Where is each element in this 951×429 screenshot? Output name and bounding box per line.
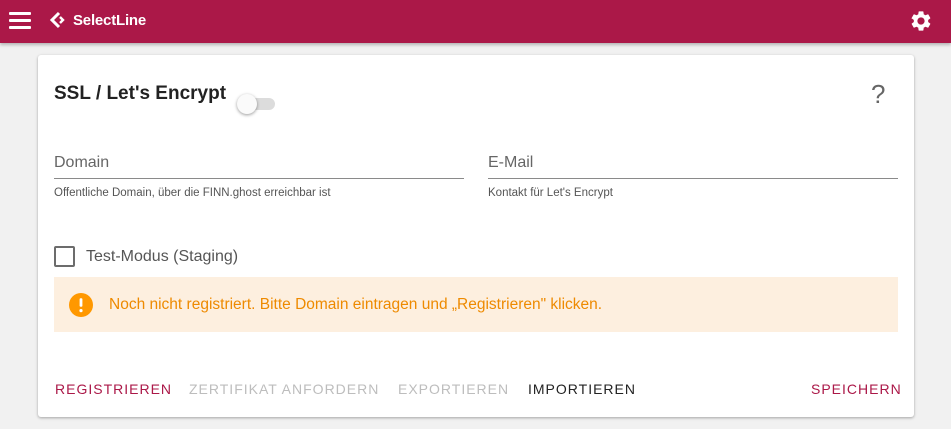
save-button[interactable]: Speichern (811, 381, 902, 397)
ssl-settings-card: SSL / Let's Encrypt ? Offentliche Domain… (38, 55, 914, 417)
test-mode-label: Test-Modus (Staging) (86, 247, 239, 265)
import-button[interactable]: Importieren (528, 381, 636, 397)
test-mode-checkbox[interactable] (54, 246, 75, 267)
registration-warning-alert: Noch nicht registriert. Bitte Domain ein… (54, 277, 898, 332)
export-button[interactable]: Exportieren (398, 381, 509, 397)
email-field: Kontakt für Let's Encrypt (488, 151, 898, 199)
card-actions: Registrieren Zertifikat anfordern Export… (38, 381, 914, 401)
email-hint: Kontakt für Let's Encrypt (488, 187, 613, 199)
ssl-enable-toggle[interactable] (237, 94, 275, 114)
test-mode-option[interactable]: Test-Modus (Staging) (54, 246, 238, 267)
domain-hint: Offentliche Domain, über die FINN.ghost … (54, 187, 331, 199)
warning-circle-icon (69, 292, 93, 317)
domain-input[interactable] (54, 151, 464, 179)
register-button[interactable]: Registrieren (55, 381, 172, 397)
alert-message: Noch nicht registriert. Bitte Domain ein… (109, 295, 603, 313)
help-icon[interactable]: ? (871, 79, 885, 110)
top-app-bar: SelectLine (0, 0, 951, 43)
selectline-logo-icon (49, 11, 65, 29)
app-logo[interactable]: SelectLine (49, 10, 146, 30)
gear-icon[interactable] (909, 9, 933, 33)
email-input[interactable] (488, 151, 898, 179)
brand-name: SelectLine (73, 11, 147, 29)
request-certificate-button[interactable]: Zertifikat anfordern (189, 381, 379, 397)
card-title: SSL / Let's Encrypt (54, 83, 227, 104)
toggle-thumb (237, 94, 257, 114)
hamburger-menu-icon[interactable] (8, 9, 32, 31)
domain-field: Offentliche Domain, über die FINN.ghost … (54, 151, 464, 199)
